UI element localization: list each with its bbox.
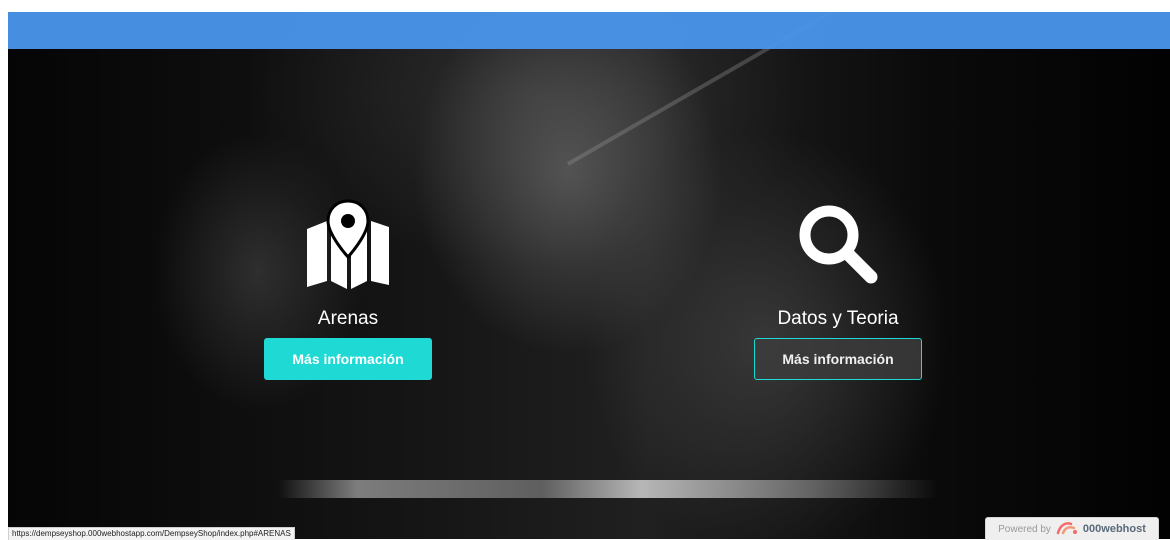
hero-bottom-strip [278,480,938,498]
feature-datos-teoria: Datos y Teoria Más información [738,194,938,380]
hosting-badge-prefix: Powered by [998,523,1051,535]
top-navigation-bar [8,12,1170,49]
hosting-badge-brand: 000webhost [1082,523,1146,535]
hero-background-image [8,12,1170,539]
feature-arenas-title: Arenas [317,308,379,329]
feature-arenas: Arenas Más información [248,194,448,380]
hosting-badge[interactable]: Powered by 000webhost [985,517,1159,540]
page-viewport: Arenas Más información Datos y Teoria Má… [8,12,1170,539]
map-marker-icon [248,194,448,294]
datos-more-info-button[interactable]: Más información [754,338,922,380]
arenas-more-info-button[interactable]: Más información [264,338,432,380]
feature-datos-title: Datos y Teoria [777,308,899,329]
host-logo-icon [1056,521,1078,538]
search-icon [738,194,938,294]
status-bar-url: https://dempseyshop.000webhostapp.com/De… [8,527,295,540]
